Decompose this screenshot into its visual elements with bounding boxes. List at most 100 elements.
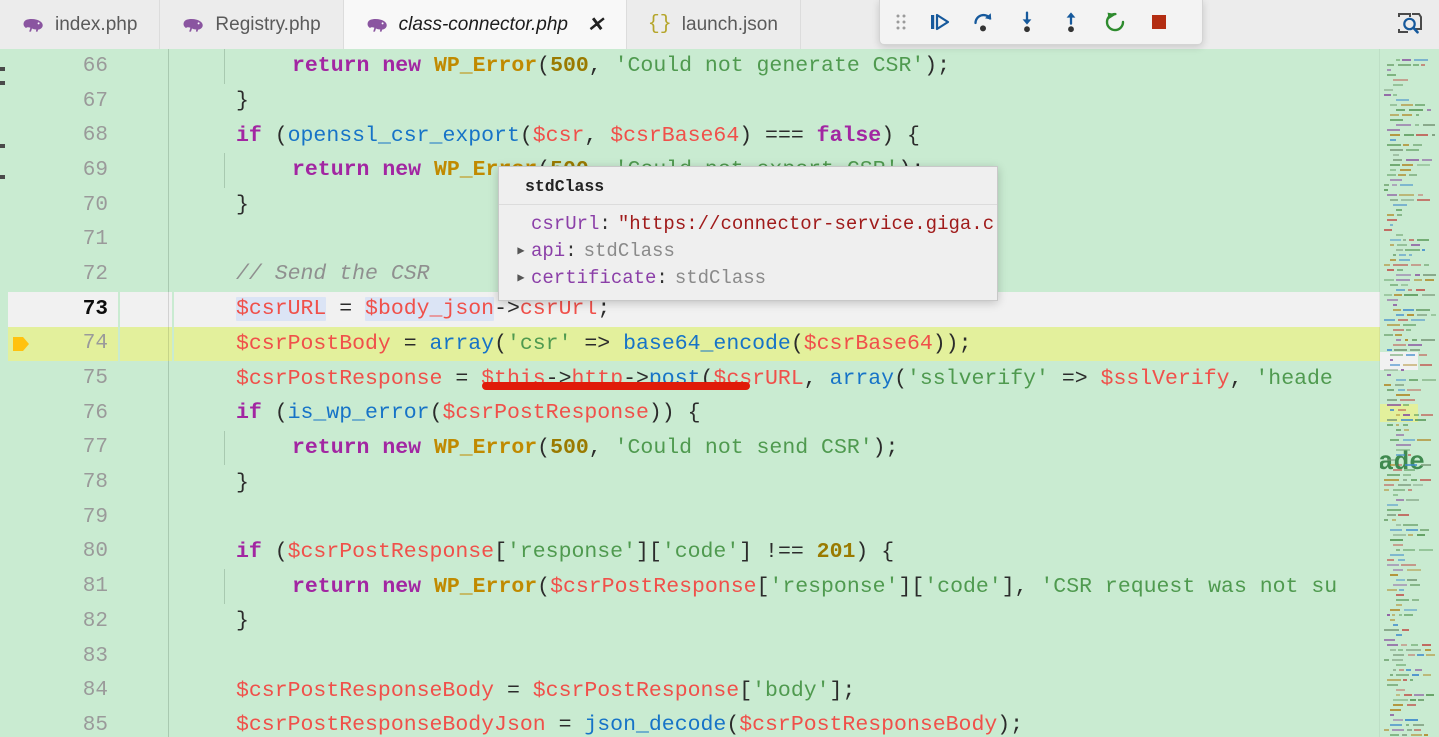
code-line-background bbox=[120, 257, 172, 292]
code-line-background bbox=[120, 535, 172, 570]
code-text[interactable]: $csrPostResponse = $this->http->post($cs… bbox=[236, 367, 1333, 391]
minimap-code-line bbox=[1393, 79, 1408, 81]
minimap-code-line bbox=[1398, 319, 1408, 321]
minimap-code-line bbox=[1387, 459, 1395, 461]
step-out-button[interactable] bbox=[1050, 2, 1092, 42]
indent-guide bbox=[168, 569, 169, 604]
minimap-code-line bbox=[1393, 329, 1404, 331]
code-line-background bbox=[120, 188, 172, 223]
minimap-code-line bbox=[1396, 674, 1409, 676]
code-text[interactable]: } bbox=[236, 471, 249, 495]
minimap-code-line bbox=[1384, 384, 1391, 386]
minimap[interactable]: ade bbox=[1380, 49, 1439, 737]
code-line[interactable]: 67} bbox=[0, 83, 1439, 119]
minimap-code-line bbox=[1393, 469, 1402, 471]
indent-guide bbox=[224, 430, 225, 466]
code-line[interactable]: 85 $csrPostResponseBodyJson = json_decode… bbox=[0, 708, 1439, 737]
close-icon[interactable]: ✕ bbox=[587, 15, 604, 35]
restart-button[interactable] bbox=[1094, 2, 1136, 42]
minimap-code-line bbox=[1384, 729, 1389, 731]
code-text[interactable]: if ($csrPostResponse['response']['code']… bbox=[236, 540, 894, 564]
editor-tab-launch-json[interactable]: {} launch.json bbox=[626, 0, 801, 49]
code-text[interactable]: if (is_wp_error($csrPostResponse)) { bbox=[236, 401, 701, 425]
code-line[interactable]: 66 return new WP_Error(500, 'Could not ge… bbox=[0, 49, 1439, 84]
step-over-button[interactable] bbox=[962, 2, 1004, 42]
minimap-code-line bbox=[1396, 594, 1404, 596]
continue-button[interactable] bbox=[918, 2, 960, 42]
minimap-code-line bbox=[1406, 669, 1411, 671]
code-text[interactable]: return new WP_Error(500, 'Could not send… bbox=[292, 436, 898, 460]
minimap-code-line bbox=[1417, 164, 1430, 166]
minimap-code-line bbox=[1390, 119, 1403, 121]
code-line[interactable]: 79 bbox=[0, 499, 1439, 535]
code-line[interactable]: 83 bbox=[0, 638, 1439, 674]
indent-guide bbox=[168, 465, 169, 500]
open-changes-icon[interactable] bbox=[1380, 0, 1439, 49]
overview-ruler-left[interactable] bbox=[0, 49, 8, 737]
step-into-button[interactable] bbox=[1006, 2, 1048, 42]
hover-property-value: "https://connector-service.giga.c bbox=[617, 212, 995, 235]
code-line[interactable]: 76 if (is_wp_error($csrPostResponse)) { bbox=[0, 395, 1439, 431]
chevron-right-icon[interactable]: ▶ bbox=[511, 243, 531, 258]
drag-handle-icon[interactable] bbox=[890, 2, 912, 42]
code-text[interactable]: return new WP_Error($csrPostResponse['re… bbox=[292, 575, 1337, 599]
minimap-code-line bbox=[1405, 339, 1408, 341]
minimap-code-line bbox=[1426, 654, 1435, 656]
minimap-code-line bbox=[1420, 479, 1431, 481]
code-line[interactable]: 82} bbox=[0, 604, 1439, 639]
editor-tab-class-connector-php[interactable]: class-connector.php ✕ bbox=[343, 0, 627, 49]
minimap-code-line bbox=[1390, 179, 1402, 181]
minimap-code-line bbox=[1390, 554, 1404, 556]
code-text[interactable]: } bbox=[236, 89, 249, 113]
minimap-code-line bbox=[1390, 224, 1393, 226]
minimap-code-line bbox=[1396, 394, 1410, 396]
code-line[interactable]: 77 return new WP_Error(500, 'Could not se… bbox=[0, 430, 1439, 466]
minimap-code-line bbox=[1402, 164, 1413, 166]
code-text[interactable]: // Send the CSR bbox=[236, 262, 430, 286]
minimap-code-line bbox=[1396, 339, 1401, 341]
code-lines-container[interactable]: 66 return new WP_Error(500, 'Could not ge… bbox=[0, 49, 1439, 737]
minimap-code-line bbox=[1387, 589, 1397, 591]
hover-property-row[interactable]: ▶csrUrl:"https://connector-service.giga.… bbox=[499, 210, 997, 237]
minimap-code-line bbox=[1390, 439, 1399, 441]
code-line-background bbox=[120, 500, 172, 535]
code-editor[interactable]: 66 return new WP_Error(500, 'Could not ge… bbox=[0, 49, 1439, 737]
code-text[interactable]: } bbox=[236, 609, 249, 633]
minimap-code-line bbox=[1422, 249, 1425, 251]
minimap-code-line bbox=[1387, 399, 1397, 401]
code-text[interactable]: $csrPostResponseBody = $csrPostResponse[… bbox=[236, 679, 855, 703]
code-text[interactable]: $csrPostBody = array('csr' => base64_enc… bbox=[236, 332, 972, 356]
code-text[interactable]: if (openssl_csr_export($csr, $csrBase64)… bbox=[236, 124, 920, 148]
indent-guide bbox=[224, 49, 225, 84]
editor-tab-registry-php[interactable]: Registry.php bbox=[160, 0, 344, 49]
chevron-right-icon[interactable]: ▶ bbox=[511, 270, 531, 285]
code-line[interactable]: 84 $csrPostResponseBody = $csrPostRespons… bbox=[0, 673, 1439, 709]
editor-tab-index-php[interactable]: index.php bbox=[0, 0, 161, 49]
minimap-code-line bbox=[1390, 149, 1403, 151]
code-text[interactable]: } bbox=[236, 193, 249, 217]
code-line[interactable]: 80 if ($csrPostResponse['response']['code… bbox=[0, 534, 1439, 570]
line-number: 82 bbox=[82, 609, 108, 633]
code-line-background bbox=[120, 291, 172, 327]
hover-property-row[interactable]: ▶ api: stdClass bbox=[499, 237, 997, 264]
code-line[interactable]: 78} bbox=[0, 465, 1439, 500]
minimap-code-line bbox=[1416, 114, 1419, 116]
minimap-code-line bbox=[1387, 419, 1397, 421]
debug-hover-tooltip[interactable]: stdClass ▶csrUrl:"https://connector-serv… bbox=[498, 166, 998, 301]
editor-tab-label: class-connector.php bbox=[398, 14, 569, 35]
hover-property-row[interactable]: ▶ certificate: stdClass bbox=[499, 264, 997, 291]
code-line-background bbox=[174, 500, 1413, 535]
code-line[interactable]: 68 if (openssl_csr_export($csr, $csrBase6… bbox=[0, 118, 1439, 154]
minimap-code-line bbox=[1416, 134, 1428, 136]
minimap-code-line bbox=[1412, 339, 1417, 341]
code-line[interactable]: 81 return new WP_Error($csrPostResponse['… bbox=[0, 569, 1439, 604]
minimap-code-line bbox=[1406, 724, 1409, 726]
minimap-code-line bbox=[1387, 349, 1392, 351]
minimap-code-line bbox=[1399, 614, 1402, 616]
code-line[interactable]: 75 $csrPostResponse = $this->http->post($… bbox=[0, 361, 1439, 396]
code-text[interactable]: return new WP_Error(500, 'Could not gene… bbox=[292, 54, 950, 78]
code-text[interactable]: $csrPostResponseBodyJson = json_decode($… bbox=[236, 713, 1023, 737]
minimap-code-line bbox=[1406, 649, 1421, 651]
code-line[interactable]: 74 $csrPostBody = array('csr' => base64_e… bbox=[0, 326, 1439, 362]
stop-button[interactable] bbox=[1138, 2, 1180, 42]
